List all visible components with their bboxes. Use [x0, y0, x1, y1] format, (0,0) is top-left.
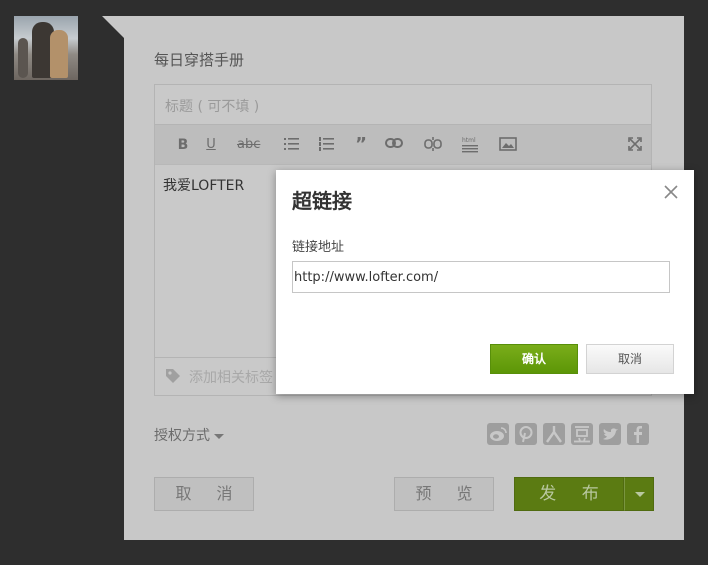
- chevron-down-icon: [635, 492, 645, 497]
- license-dropdown[interactable]: 授权方式: [154, 425, 224, 445]
- image-icon[interactable]: [498, 135, 518, 155]
- editor-toolbar: B U abc ” html: [155, 125, 651, 165]
- cancel-button[interactable]: 取 消: [154, 477, 254, 511]
- url-label: 链接地址: [292, 240, 345, 255]
- post-type-label: 每日穿搭手册: [154, 51, 245, 69]
- html-icon[interactable]: html: [460, 135, 480, 155]
- chevron-down-icon: [214, 433, 224, 439]
- url-input[interactable]: [292, 261, 670, 293]
- tag-placeholder: 添加相关标签: [189, 370, 273, 386]
- link-icon[interactable]: [384, 135, 404, 155]
- dialog-title: 超链接: [292, 189, 352, 213]
- avatar[interactable]: [14, 16, 78, 80]
- pinterest-icon[interactable]: [515, 423, 537, 445]
- twitter-icon[interactable]: [599, 423, 621, 445]
- fullscreen-icon[interactable]: [625, 135, 645, 155]
- weibo-icon[interactable]: [487, 423, 509, 445]
- facebook-icon[interactable]: [627, 423, 649, 445]
- numbered-list-icon[interactable]: [317, 135, 337, 155]
- unlink-icon[interactable]: [423, 135, 443, 155]
- tag-icon: [165, 368, 181, 388]
- publish-button[interactable]: 发 布: [514, 477, 624, 511]
- close-icon[interactable]: [663, 184, 679, 200]
- hyperlink-dialog: 超链接 链接地址 确认 取消: [276, 170, 694, 394]
- publish-options-button[interactable]: [624, 477, 654, 511]
- license-label: 授权方式: [154, 428, 210, 444]
- title-input[interactable]: 标题 ( 可不填 ): [155, 85, 651, 125]
- confirm-button[interactable]: 确认: [490, 344, 578, 374]
- underline-button[interactable]: U: [201, 135, 221, 155]
- quote-icon[interactable]: ”: [351, 135, 371, 155]
- dialog-cancel-button[interactable]: 取消: [586, 344, 674, 374]
- card-notch: [102, 16, 124, 38]
- renren-icon[interactable]: [543, 423, 565, 445]
- preview-button[interactable]: 预 览: [394, 477, 494, 511]
- bold-button[interactable]: B: [173, 135, 193, 155]
- douban-icon[interactable]: [571, 423, 593, 445]
- strikethrough-button[interactable]: abc: [237, 135, 260, 155]
- bullet-list-icon[interactable]: [282, 135, 302, 155]
- svg-text:html: html: [462, 137, 476, 144]
